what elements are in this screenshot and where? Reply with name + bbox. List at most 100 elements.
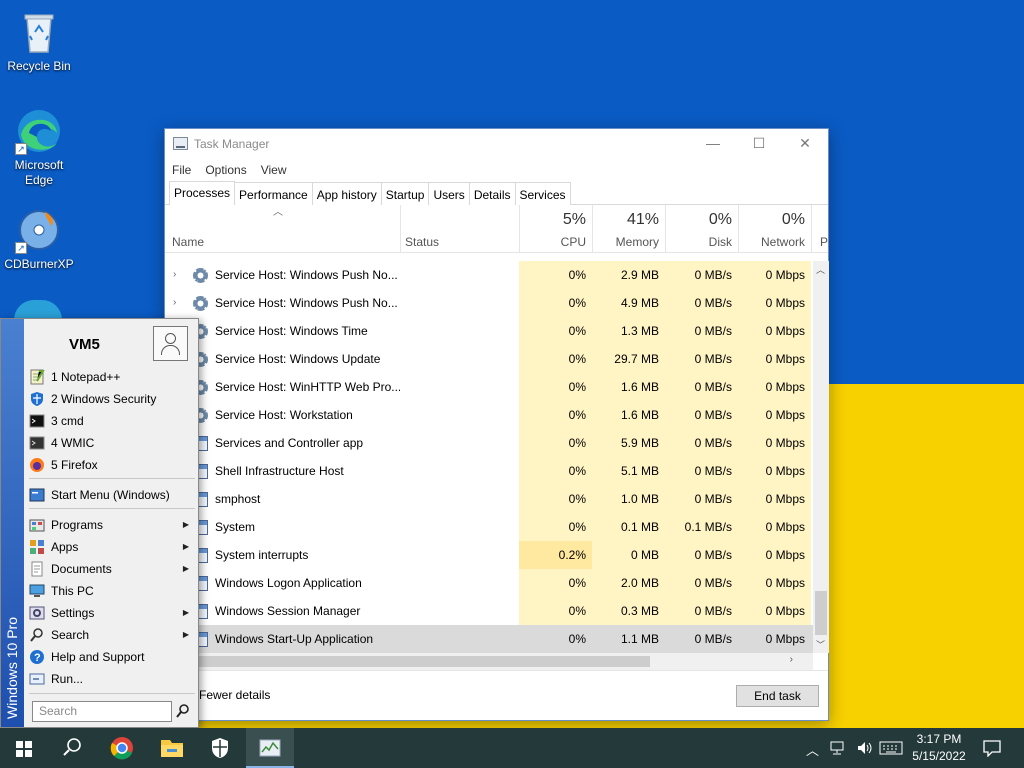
process-network: 0 Mbps: [738, 429, 811, 457]
menu-settings[interactable]: Settings ▶: [29, 602, 195, 624]
process-memory: 2.0 MB: [592, 569, 665, 597]
process-memory: 2.9 MB: [592, 261, 665, 289]
fewer-details-link[interactable]: Fewer details: [199, 688, 270, 702]
search-icon[interactable]: [175, 703, 191, 719]
process-row[interactable]: smphost 0% 1.0 MB 0 MB/s 0 Mbps: [165, 485, 813, 513]
user-avatar-icon[interactable]: [153, 326, 188, 361]
process-row[interactable]: › Service Host: Windows Push No... 0% 4.9 M…: [165, 289, 813, 317]
process-memory: 1.1 MB: [592, 625, 665, 653]
menu-apps[interactable]: Apps ▶: [29, 536, 195, 558]
apps-icon: [29, 539, 45, 555]
menu-file[interactable]: File: [172, 163, 191, 177]
title-bar[interactable]: Task Manager — ☐ ✕: [165, 129, 828, 159]
column-memory[interactable]: 41% Memory: [592, 205, 665, 253]
scroll-down-icon[interactable]: ﹀: [816, 638, 825, 651]
process-row[interactable]: ›Service Host: Windows Update0%29.7 MB0 …: [165, 345, 813, 373]
edition-label: Windows 10 Pro: [4, 617, 20, 719]
menu-view[interactable]: View: [261, 163, 287, 177]
column-status[interactable]: Status: [401, 205, 519, 253]
process-name: Services and Controller app: [215, 436, 364, 450]
vertical-scrollbar[interactable]: ︿ ﹀: [813, 261, 829, 653]
column-header-row: ︿ Name Status 5% CPU 41% Memory 0% Disk …: [165, 205, 828, 253]
process-row[interactable]: › Service Host: Windows Push No... 0% 2.9 M…: [165, 261, 813, 289]
menu-this-pc[interactable]: This PC: [29, 580, 195, 602]
volume-icon[interactable]: [856, 740, 874, 759]
scroll-right-icon[interactable]: ›: [790, 654, 793, 665]
process-row[interactable]: ›Service Host: Windows Time0%1.3 MB0 MB/…: [165, 317, 813, 345]
taskbar-search-icon[interactable]: [48, 728, 96, 768]
process-row[interactable]: Windows Start-Up Application 0% 1.1 MB 0 MB…: [165, 625, 813, 653]
pinned-wmic[interactable]: 4 WMIC: [29, 432, 195, 454]
menu-help-and-support[interactable]: ? Help and Support: [29, 646, 195, 668]
tab-startup[interactable]: Startup: [380, 182, 430, 205]
process-row[interactable]: Windows Session Manager 0% 0.3 MB 0 MB/s 0 M…: [165, 597, 813, 625]
show-hidden-icons-button[interactable]: ︿: [806, 740, 819, 759]
notifications-icon[interactable]: [982, 739, 1002, 760]
pinned-firefox[interactable]: 5 Firefox: [29, 454, 195, 476]
keyboard-icon[interactable]: [879, 740, 903, 759]
process-disk: 0 MB/s: [665, 457, 738, 485]
tab-services[interactable]: Services: [514, 182, 571, 205]
horizontal-scroll-thumb[interactable]: [195, 656, 650, 667]
horizontal-scrollbar[interactable]: ›: [165, 653, 813, 670]
process-row[interactable]: System interrupts 0.2% 0 MB 0 MB/s 0 Mbps: [165, 541, 813, 569]
task-manager-window[interactable]: Task Manager — ☐ ✕ File Options View Pro…: [164, 128, 829, 721]
process-cpu: 0%: [519, 485, 592, 513]
column-power-partial[interactable]: P: [812, 205, 828, 253]
process-row[interactable]: Windows Logon Application 0% 2.0 MB 0 MB/s 0…: [165, 569, 813, 597]
minimize-button[interactable]: —: [690, 129, 736, 159]
scroll-up-icon[interactable]: ︿: [816, 263, 825, 276]
process-cpu: 0%: [519, 513, 592, 541]
tab-details[interactable]: Details: [468, 182, 516, 205]
taskbar-task-manager-icon[interactable]: [246, 728, 294, 768]
user-name: VM5: [69, 336, 100, 353]
taskbar-file-explorer-icon[interactable]: [148, 728, 196, 768]
vertical-scroll-thumb[interactable]: [815, 591, 827, 635]
close-button[interactable]: ✕: [782, 129, 828, 159]
menu-search[interactable]: Search ▶: [29, 624, 195, 646]
desktop-icon-edge[interactable]: ↗ Microsoft Edge: [0, 107, 78, 188]
clock-time[interactable]: 3:17 PM: [906, 732, 972, 746]
maximize-button[interactable]: ☐: [736, 129, 782, 159]
desktop-icon-label: Microsoft: [14, 158, 64, 172]
task-manager-icon: [173, 137, 188, 150]
tab-processes[interactable]: Processes: [169, 181, 236, 205]
submenu-arrow-icon: ▶: [182, 608, 189, 617]
clock-date[interactable]: 5/15/2022: [906, 749, 972, 763]
process-row[interactable]: Shell Infrastructure Host 0% 5.1 MB 0 MB/s 0…: [165, 457, 813, 485]
end-task-button[interactable]: End task: [736, 685, 819, 707]
start-menu-windows[interactable]: Start Menu (Windows): [29, 484, 195, 506]
expand-chevron-icon[interactable]: ›: [173, 289, 176, 317]
expand-chevron-icon[interactable]: ›: [173, 261, 176, 289]
menu-programs[interactable]: Programs ▶: [29, 514, 195, 536]
desktop-icon-cdburnerxp[interactable]: ↗ CDBurnerXP: [0, 206, 78, 272]
network-icon[interactable]: [830, 740, 846, 759]
menu-separator: [29, 508, 195, 509]
pinned-windows-security[interactable]: 2 Windows Security: [29, 388, 195, 410]
taskbar-security-icon[interactable]: [196, 728, 244, 768]
menu-options[interactable]: Options: [205, 163, 246, 177]
column-disk[interactable]: 0% Disk: [665, 205, 738, 253]
menu-run[interactable]: Run...: [29, 668, 195, 690]
start-button[interactable]: [0, 728, 48, 768]
process-row[interactable]: Services and Controller app 0% 5.9 MB 0 MB/…: [165, 429, 813, 457]
process-row[interactable]: ›Service Host: Workstation0%1.6 MB0 MB/s…: [165, 401, 813, 429]
column-cpu[interactable]: 5% CPU: [519, 205, 592, 253]
process-name: Service Host: Windows Push No...: [215, 296, 398, 310]
desktop-icon-recycle-bin[interactable]: Recycle Bin: [0, 8, 78, 74]
column-network[interactable]: 0% Network: [738, 205, 811, 253]
menu-documents[interactable]: Documents ▶: [29, 558, 195, 580]
process-row[interactable]: System 0% 0.1 MB 0.1 MB/s 0 Mbps: [165, 513, 813, 541]
process-cpu: 0%: [519, 429, 592, 457]
start-search-input[interactable]: Search: [32, 701, 172, 722]
network-total-percent: 0%: [781, 211, 805, 228]
pinned-cmd[interactable]: 3 cmd: [29, 410, 195, 432]
tab-bar: Processes Performance App history Startu…: [165, 181, 828, 205]
tab-performance[interactable]: Performance: [234, 182, 313, 205]
process-row[interactable]: ›Service Host: WinHTTP Web Pro...0%1.6 M…: [165, 373, 813, 401]
column-name[interactable]: Name: [165, 205, 400, 253]
pinned-notepad-plus-plus[interactable]: 1 Notepad++: [29, 366, 195, 388]
tab-app-history[interactable]: App history: [311, 182, 382, 205]
tab-users[interactable]: Users: [428, 182, 470, 205]
taskbar-chrome-icon[interactable]: [98, 728, 146, 768]
